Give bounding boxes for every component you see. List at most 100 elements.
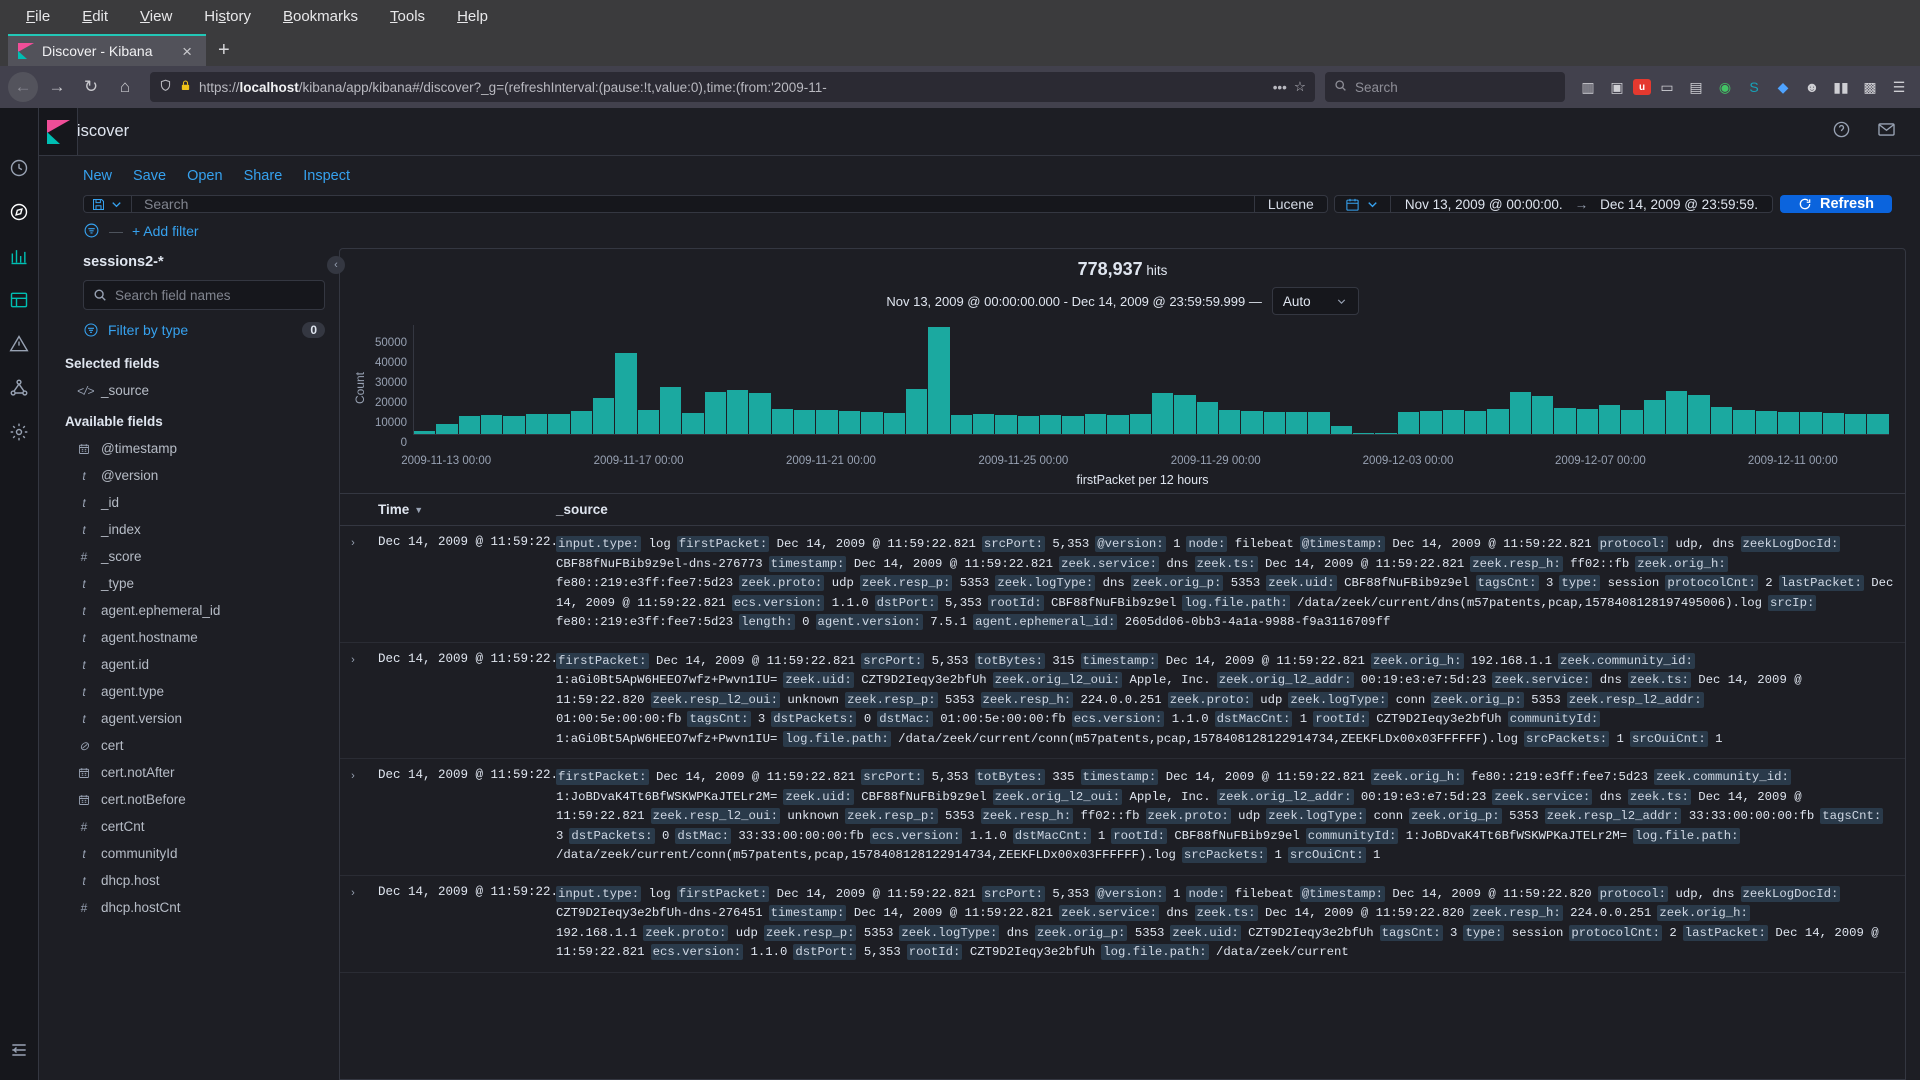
action-save[interactable]: Save <box>133 168 166 184</box>
chart-bar[interactable] <box>973 414 994 434</box>
chart-bar[interactable] <box>1532 396 1553 434</box>
chart-bar[interactable] <box>1219 410 1240 434</box>
chart-bar[interactable] <box>1554 408 1575 434</box>
chart-bar[interactable] <box>1331 426 1352 434</box>
nav-graph-icon[interactable] <box>7 376 31 400</box>
chart-bar[interactable] <box>1711 407 1732 434</box>
date-end[interactable]: Dec 14, 2009 @ 23:59:59. <box>1600 197 1758 212</box>
chart-bar[interactable] <box>1756 411 1777 434</box>
sidebar-toggle-icon[interactable]: ▣ <box>1604 74 1630 100</box>
table-row[interactable]: ›Dec 14, 2009 @ 11:59:22.821input.type: … <box>340 526 1905 643</box>
interval-select[interactable]: Auto <box>1272 287 1359 315</box>
chart-bar[interactable] <box>794 410 815 434</box>
chart-bar[interactable] <box>1040 415 1061 434</box>
field-item[interactable]: t_index <box>65 516 325 543</box>
field-item[interactable]: cert.notAfter <box>65 759 325 786</box>
menu-history[interactable]: History <box>188 4 267 29</box>
back-icon[interactable]: ← <box>8 72 38 102</box>
table-row[interactable]: ›Dec 14, 2009 @ 11:59:22.821firstPacket:… <box>340 643 1905 760</box>
chart-bar[interactable] <box>1286 412 1307 434</box>
expand-row-icon[interactable]: › <box>340 652 366 750</box>
chart-bar[interactable] <box>1867 414 1888 434</box>
menu-file[interactable]: File <box>10 4 66 29</box>
chart-bar[interactable] <box>1420 411 1441 434</box>
chart-bar[interactable] <box>548 414 569 434</box>
field-item[interactable]: tagent.id <box>65 651 325 678</box>
chart-bar[interactable] <box>436 424 457 434</box>
globe-icon[interactable]: ◉ <box>1712 74 1738 100</box>
chart-bar[interactable] <box>1152 393 1173 434</box>
field-item[interactable]: @timestamp <box>65 435 325 462</box>
close-icon[interactable]: × <box>178 43 196 60</box>
field-item[interactable]: tagent.version <box>65 705 325 732</box>
chart-bar[interactable] <box>1621 410 1642 434</box>
search-input[interactable]: Search <box>131 195 1255 213</box>
kibana-logo[interactable] <box>39 108 78 156</box>
chart-bar[interactable] <box>1443 410 1464 434</box>
chart-bar[interactable] <box>1174 395 1195 434</box>
sync-extension-icon[interactable]: ◆ <box>1770 74 1796 100</box>
field-item[interactable]: tagent.type <box>65 678 325 705</box>
nav-dashboard-icon[interactable] <box>7 288 31 312</box>
field-item[interactable]: tagent.hostname <box>65 624 325 651</box>
chart-bar[interactable] <box>1062 416 1083 434</box>
s-extension-icon[interactable]: S <box>1741 74 1767 100</box>
chart-bar[interactable] <box>951 415 972 434</box>
chart-bar[interactable] <box>772 409 793 434</box>
refresh-button[interactable]: Refresh <box>1780 195 1892 213</box>
chart-bar[interactable] <box>1510 392 1531 434</box>
column-header-source[interactable]: _source <box>556 502 1905 517</box>
chart-bar[interactable] <box>1599 405 1620 434</box>
expand-row-icon[interactable]: › <box>340 885 366 963</box>
chart-bar[interactable] <box>1308 412 1329 434</box>
chart-bar[interactable] <box>503 416 524 434</box>
field-item[interactable]: #dhcp.hostCnt <box>65 894 325 921</box>
chart-bar[interactable] <box>571 411 592 434</box>
chart-bar[interactable] <box>1375 433 1396 434</box>
nav-visualize-icon[interactable] <box>7 244 31 268</box>
chart-bar[interactable] <box>1353 433 1374 434</box>
library-icon[interactable]: ▥ <box>1575 74 1601 100</box>
chart-bar[interactable] <box>1577 409 1598 434</box>
menu-bookmarks[interactable]: Bookmarks <box>267 4 374 29</box>
chart-bar[interactable] <box>727 390 748 434</box>
chart-bar[interactable] <box>481 415 502 434</box>
chart-bar[interactable] <box>1264 412 1285 434</box>
chart-bar[interactable] <box>816 410 837 434</box>
chart-bar[interactable] <box>839 411 860 434</box>
chart-bar[interactable] <box>1398 412 1419 434</box>
stats-icon[interactable]: ▮▮ <box>1828 74 1854 100</box>
chart-bar[interactable] <box>1085 414 1106 434</box>
action-new[interactable]: New <box>83 168 112 184</box>
field-item[interactable]: #certCnt <box>65 813 325 840</box>
column-header-time[interactable]: Time ▼ <box>366 502 556 517</box>
bookmark-star-icon[interactable]: ☆ <box>1294 79 1306 95</box>
chart-bar[interactable] <box>995 415 1016 434</box>
filter-icon[interactable] <box>83 222 100 239</box>
table-row[interactable]: ›Dec 14, 2009 @ 11:59:22.821input.type: … <box>340 876 1905 973</box>
chart-bar[interactable] <box>1107 415 1128 434</box>
field-item[interactable]: tcommunityId <box>65 840 325 867</box>
extension-icon[interactable]: ▭ <box>1654 74 1680 100</box>
ublock-origin-icon[interactable]: u <box>1633 79 1651 95</box>
chart-bar[interactable] <box>1688 395 1709 434</box>
chart-bar[interactable] <box>682 413 703 434</box>
chart-bar[interactable] <box>1197 402 1218 434</box>
date-start[interactable]: Nov 13, 2009 @ 00:00:00. <box>1405 197 1563 212</box>
menu-tools[interactable]: Tools <box>374 4 441 29</box>
container-icon[interactable]: ▤ <box>1683 74 1709 100</box>
nav-collapse-icon[interactable] <box>7 1038 31 1062</box>
browser-tab-discover-kibana[interactable]: Discover - Kibana × <box>8 34 206 66</box>
field-item[interactable]: cert.notBefore <box>65 786 325 813</box>
forward-icon[interactable]: → <box>42 72 72 102</box>
expand-row-icon[interactable]: › <box>340 768 366 866</box>
chart-bar[interactable] <box>1666 391 1687 434</box>
chart-bar[interactable] <box>1465 411 1486 434</box>
field-item[interactable]: tagent.ephemeral_id <box>65 597 325 624</box>
chart-bar[interactable] <box>1778 412 1799 434</box>
chart-bar[interactable] <box>1487 409 1508 434</box>
browser-search-bar[interactable]: Search <box>1325 72 1565 102</box>
chart-bar[interactable] <box>414 431 435 434</box>
chart-bar[interactable] <box>884 413 905 434</box>
nav-management-icon[interactable] <box>7 420 31 444</box>
